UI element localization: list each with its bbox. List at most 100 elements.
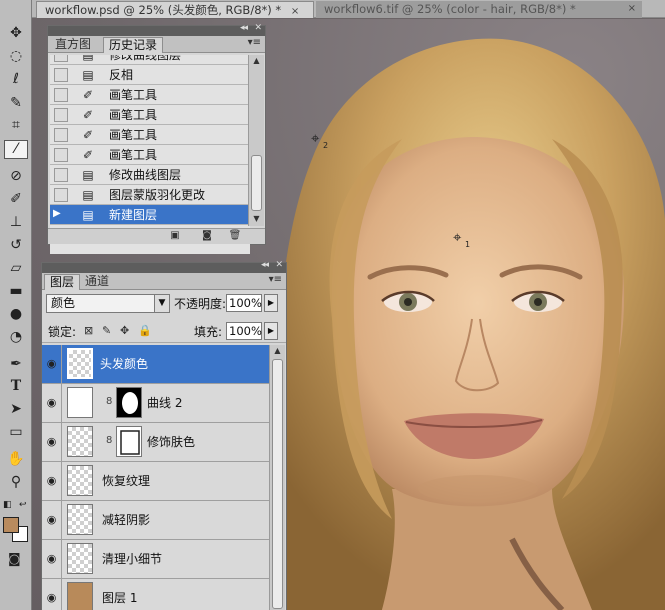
layer-row[interactable]: ◉ 头发颜色 (42, 345, 270, 384)
snapshot-checkbox[interactable] (54, 128, 68, 142)
snapshot-checkbox[interactable] (54, 55, 68, 62)
snapshot-checkbox[interactable] (54, 68, 68, 82)
eyedropper-icon[interactable]: ⁄ (4, 140, 28, 159)
panel-titlebar[interactable]: ◂◂ ✕ (48, 23, 265, 36)
scroll-thumb[interactable] (251, 155, 262, 211)
collapse-icon[interactable]: ◂◂ (261, 260, 269, 270)
move-icon[interactable]: ✥ (4, 24, 28, 43)
layer-row[interactable]: ◉ 8 修饰肤色 (42, 423, 270, 462)
close-icon[interactable]: × (291, 4, 299, 18)
close-icon[interactable]: × (628, 1, 636, 17)
lock-pixels-icon[interactable]: ✎ (102, 324, 111, 337)
history-brush-icon[interactable]: ↺ (4, 236, 28, 255)
marquee-icon[interactable]: ◌ (4, 47, 28, 66)
tab-histogram[interactable]: 直方图 (50, 37, 96, 53)
layer-row[interactable]: ◉ 图层 1 (42, 579, 270, 610)
lock-transparency-icon[interactable]: ⊠ (84, 324, 93, 337)
history-state[interactable]: ✐ 画笔工具 (50, 145, 250, 165)
tab-history[interactable]: 历史记录 (103, 37, 164, 53)
stamp-icon[interactable]: ⊥ (4, 213, 28, 232)
swap-colors-icon[interactable]: ↩ (19, 500, 27, 510)
snapshot-checkbox[interactable] (54, 108, 68, 122)
pen-icon[interactable]: ✒ (4, 355, 28, 374)
eye-icon[interactable]: ◉ (42, 501, 62, 539)
panel-menu-icon[interactable]: ▾≡ (269, 274, 282, 285)
quick-select-icon[interactable]: ✎ (4, 94, 28, 113)
hand-icon[interactable]: ✋ (4, 450, 28, 469)
gradient-icon[interactable]: ▬ (4, 282, 28, 301)
bandage-icon[interactable]: ⊘ (4, 167, 28, 186)
camera-icon[interactable]: ◙ (200, 230, 214, 241)
layer-thumbnail[interactable] (67, 582, 93, 610)
trash-icon[interactable]: 🗑 (228, 230, 242, 241)
opacity-slider-button[interactable]: ▶ (264, 294, 278, 312)
panel-menu-icon[interactable]: ▾≡ (248, 37, 261, 48)
scroll-up-icon[interactable]: ▲ (250, 56, 263, 65)
arrow-icon[interactable]: ➤ (4, 400, 28, 419)
eraser-icon[interactable]: ▱ (4, 259, 28, 278)
rectangle-icon[interactable]: ▭ (4, 423, 28, 442)
tab-workflow-psd[interactable]: workflow.psd @ 25% (头发颜色, RGB/8*) * × (36, 1, 314, 18)
tab-channels[interactable]: 通道 (80, 274, 114, 290)
dodge-icon[interactable]: ◔ (4, 328, 28, 347)
panel-titlebar[interactable]: ◂◂ ✕ (42, 260, 286, 273)
zoom-icon[interactable]: ⚲ (4, 473, 28, 492)
layer-row[interactable]: ◉ 恢复纹理 (42, 462, 270, 501)
layer-thumbnail[interactable] (67, 348, 93, 379)
eye-icon[interactable]: ◉ (42, 384, 62, 422)
layer-mask-thumbnail[interactable] (116, 387, 142, 418)
brush-icon[interactable]: ✐ (4, 190, 28, 209)
quick-mask-icon[interactable]: ◙ (8, 552, 21, 567)
collapse-icon[interactable]: ◂◂ (240, 23, 248, 33)
history-state[interactable]: ✐ 画笔工具 (50, 125, 250, 145)
layer-thumbnail[interactable] (67, 426, 93, 457)
tab-workflow6-tif[interactable]: workflow6.tif @ 25% (color - hair, RGB/8… (316, 1, 642, 18)
layer-row[interactable]: ◉ 8 曲线 2 (42, 384, 270, 423)
eye-icon[interactable]: ◉ (42, 540, 62, 578)
tab-layers[interactable]: 图层 (44, 274, 81, 290)
fill-input[interactable]: 100% (226, 322, 262, 340)
new-document-from-state-icon[interactable]: ▣ (168, 230, 182, 241)
lock-all-icon[interactable]: 🔒 (138, 324, 152, 337)
curves-adjustment-icon[interactable] (67, 387, 93, 418)
layer-thumbnail[interactable] (67, 504, 93, 535)
snapshot-checkbox[interactable] (54, 168, 68, 182)
layers-scrollbar[interactable]: ▲ (269, 345, 285, 610)
crop-icon[interactable]: ⌗ (4, 116, 28, 135)
color-sampler-2-icon[interactable]: ⌖ (311, 131, 319, 146)
history-state[interactable]: ▤ 反相 (50, 65, 250, 85)
fill-slider-button[interactable]: ▶ (264, 322, 278, 340)
eye-icon[interactable]: ◉ (42, 423, 62, 461)
history-state[interactable]: ✐ 画笔工具 (50, 105, 250, 125)
type-icon[interactable]: T (4, 377, 28, 396)
snapshot-checkbox[interactable] (54, 188, 68, 202)
scroll-thumb[interactable] (272, 359, 283, 609)
history-state[interactable]: ▤ 图层蒙版羽化更改 (50, 185, 250, 205)
history-scrollbar[interactable]: ▲ ▼ (248, 55, 264, 226)
eye-icon[interactable]: ◉ (42, 579, 62, 610)
layer-row[interactable]: ◉ 清理小细节 (42, 540, 270, 579)
scroll-down-icon[interactable]: ▼ (250, 214, 263, 223)
layer-thumbnail[interactable] (67, 543, 93, 574)
history-state[interactable]: ▤ 修改曲线图层 (50, 55, 250, 65)
link-icon[interactable]: 8 (106, 396, 112, 407)
snapshot-checkbox[interactable] (54, 148, 68, 162)
blend-mode-select[interactable]: 颜色 ▼ (46, 294, 170, 313)
eye-icon[interactable]: ◉ (42, 345, 62, 383)
scroll-up-icon[interactable]: ▲ (271, 346, 284, 355)
layer-mask-thumbnail[interactable] (116, 426, 142, 457)
history-state[interactable]: ▤ 修改曲线图层 (50, 165, 250, 185)
default-colors-icon[interactable]: ◧ (3, 500, 12, 510)
lasso-icon[interactable]: ℓ (4, 70, 28, 89)
eye-icon[interactable]: ◉ (42, 462, 62, 500)
layer-thumbnail[interactable] (67, 465, 93, 496)
foreground-color-swatch[interactable] (3, 517, 19, 533)
opacity-input[interactable]: 100% (226, 294, 262, 312)
snapshot-checkbox[interactable] (54, 88, 68, 102)
layer-row[interactable]: ◉ 减轻阴影 (42, 501, 270, 540)
blur-icon[interactable]: ● (4, 305, 28, 324)
history-state-current[interactable]: ▶ ▤ 新建图层 (50, 205, 250, 225)
close-icon[interactable]: ✕ (275, 260, 282, 270)
history-state[interactable]: ✐ 画笔工具 (50, 85, 250, 105)
close-icon[interactable]: ✕ (254, 23, 261, 33)
